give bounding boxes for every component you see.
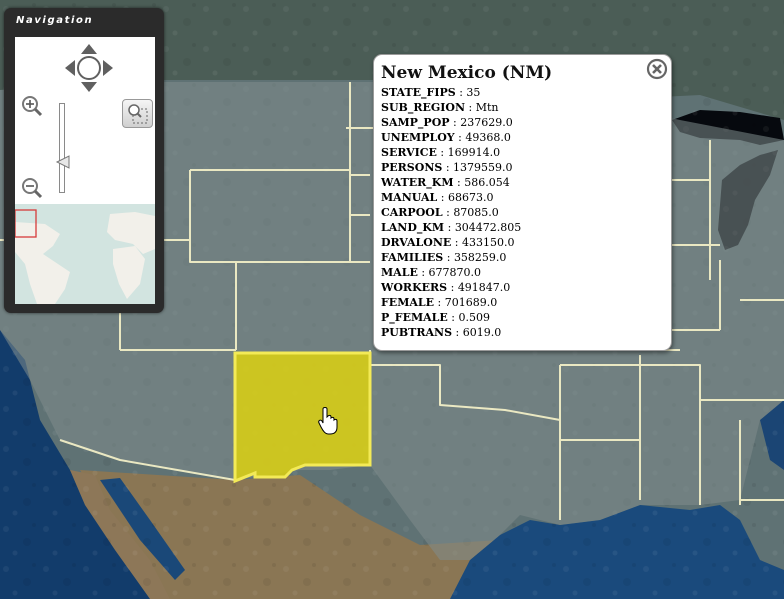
attribute-row: LAND_KM : 304472.805 [381, 220, 521, 235]
attribute-key: STATE_FIPS [381, 86, 456, 99]
attribute-row: CARPOOL : 87085.0 [381, 205, 521, 220]
attribute-value: 169914.0 [447, 146, 501, 159]
attribute-value: 304472.805 [454, 221, 522, 234]
attribute-separator: : [444, 221, 455, 234]
attribute-key: SERVICE [381, 146, 437, 159]
attribute-key: PUBTRANS [381, 326, 453, 339]
attribute-row: DRVALONE : 433150.0 [381, 235, 521, 250]
attribute-value: 677870.0 [428, 266, 482, 279]
attribute-row: STATE_FIPS : 35 [381, 85, 521, 100]
attribute-row: MALE : 677870.0 [381, 265, 521, 280]
attribute-key: CARPOOL [381, 206, 443, 219]
attribute-separator: : [455, 86, 467, 99]
attribute-row: WORKERS : 491847.0 [381, 280, 521, 295]
zoom-in-icon[interactable] [21, 95, 43, 117]
attribute-separator: : [454, 131, 466, 144]
attribute-separator: : [434, 296, 445, 309]
pan-arrows-icon[interactable] [64, 43, 114, 93]
attribute-separator: : [443, 251, 454, 264]
attribute-separator: : [452, 326, 463, 339]
attribute-value: 491847.0 [457, 281, 511, 294]
attribute-row: PERSONS : 1379559.0 [381, 160, 521, 175]
attribute-key: MANUAL [381, 191, 438, 204]
attribute-separator: : [436, 146, 448, 159]
attribute-value: 35 [466, 86, 481, 99]
navigation-panel: Navigation [4, 8, 164, 313]
attribute-row: FEMALE : 701689.0 [381, 295, 521, 310]
attribute-key: SUB_REGION [381, 101, 466, 114]
attribute-list: STATE_FIPS : 35 SUB_REGION : Mtn SAMP_POP … [381, 85, 521, 340]
attribute-separator: : [437, 191, 448, 204]
attribute-key: FEMALE [381, 296, 435, 309]
attribute-value: 433150.0 [461, 236, 515, 249]
attribute-row: MANUAL : 68673.0 [381, 190, 521, 205]
new-mexico-highlight[interactable] [233, 351, 372, 484]
attribute-value: 586.054 [464, 176, 510, 189]
attribute-row: FAMILIES : 358259.0 [381, 250, 521, 265]
feature-info-popup: New Mexico (NM) STATE_FIPS : 35 SUB_REGIO… [373, 54, 672, 351]
attribute-row: SAMP_POP : 237629.0 [381, 115, 521, 130]
attribute-separator: : [442, 206, 454, 219]
zoom-box-magnifier-icon [128, 104, 148, 124]
zoom-out-icon[interactable] [21, 177, 43, 199]
attribute-row: UNEMPLOY : 49368.0 [381, 130, 521, 145]
attribute-separator: : [451, 236, 462, 249]
attribute-key: PERSONS [381, 161, 443, 174]
attribute-key: SAMP_POP [381, 116, 450, 129]
attribute-separator: : [465, 101, 476, 114]
attribute-value: 6019.0 [462, 326, 502, 339]
attribute-key: UNEMPLOY [381, 131, 455, 144]
attribute-separator: : [449, 116, 461, 129]
attribute-value: 87085.0 [453, 206, 499, 219]
zoom-slider-handle-icon[interactable] [55, 154, 71, 170]
attribute-value: 0.509 [458, 311, 491, 324]
attribute-value: 1379559.0 [453, 161, 513, 174]
zoom-box-button[interactable] [122, 99, 153, 128]
attribute-key: WORKERS [381, 281, 448, 294]
attribute-row: SUB_REGION : Mtn [381, 100, 521, 115]
attribute-value: 237629.0 [460, 116, 513, 129]
navigation-title: Navigation [16, 15, 94, 26]
attribute-key: P_FEMALE [381, 311, 448, 324]
attribute-key: WATER_KM [381, 176, 454, 189]
attribute-key: FAMILIES [381, 251, 444, 264]
attribute-key: MALE [381, 266, 418, 279]
attribute-value: 358259.0 [453, 251, 507, 264]
attribute-value: Mtn [475, 101, 499, 114]
attribute-value: 68673.0 [448, 191, 494, 204]
attribute-key: LAND_KM [381, 221, 445, 234]
attribute-separator: : [442, 161, 454, 174]
attribute-row: P_FEMALE : 0.509 [381, 310, 521, 325]
attribute-value: 701689.0 [444, 296, 498, 309]
overview-map[interactable] [15, 204, 155, 304]
attribute-separator: : [447, 311, 459, 324]
attribute-key: DRVALONE [381, 236, 452, 249]
close-circle-icon[interactable] [646, 58, 668, 80]
attribute-row: PUBTRANS : 6019.0 [381, 325, 521, 340]
navigation-controls [15, 37, 155, 204]
attribute-separator: : [447, 281, 458, 294]
popup-title: New Mexico (NM) [381, 63, 553, 83]
attribute-separator: : [453, 176, 465, 189]
zoom-slider-track[interactable] [59, 103, 65, 193]
attribute-value: 49368.0 [465, 131, 511, 144]
attribute-separator: : [417, 266, 429, 279]
attribute-row: SERVICE : 169914.0 [381, 145, 521, 160]
attribute-row: WATER_KM : 586.054 [381, 175, 521, 190]
